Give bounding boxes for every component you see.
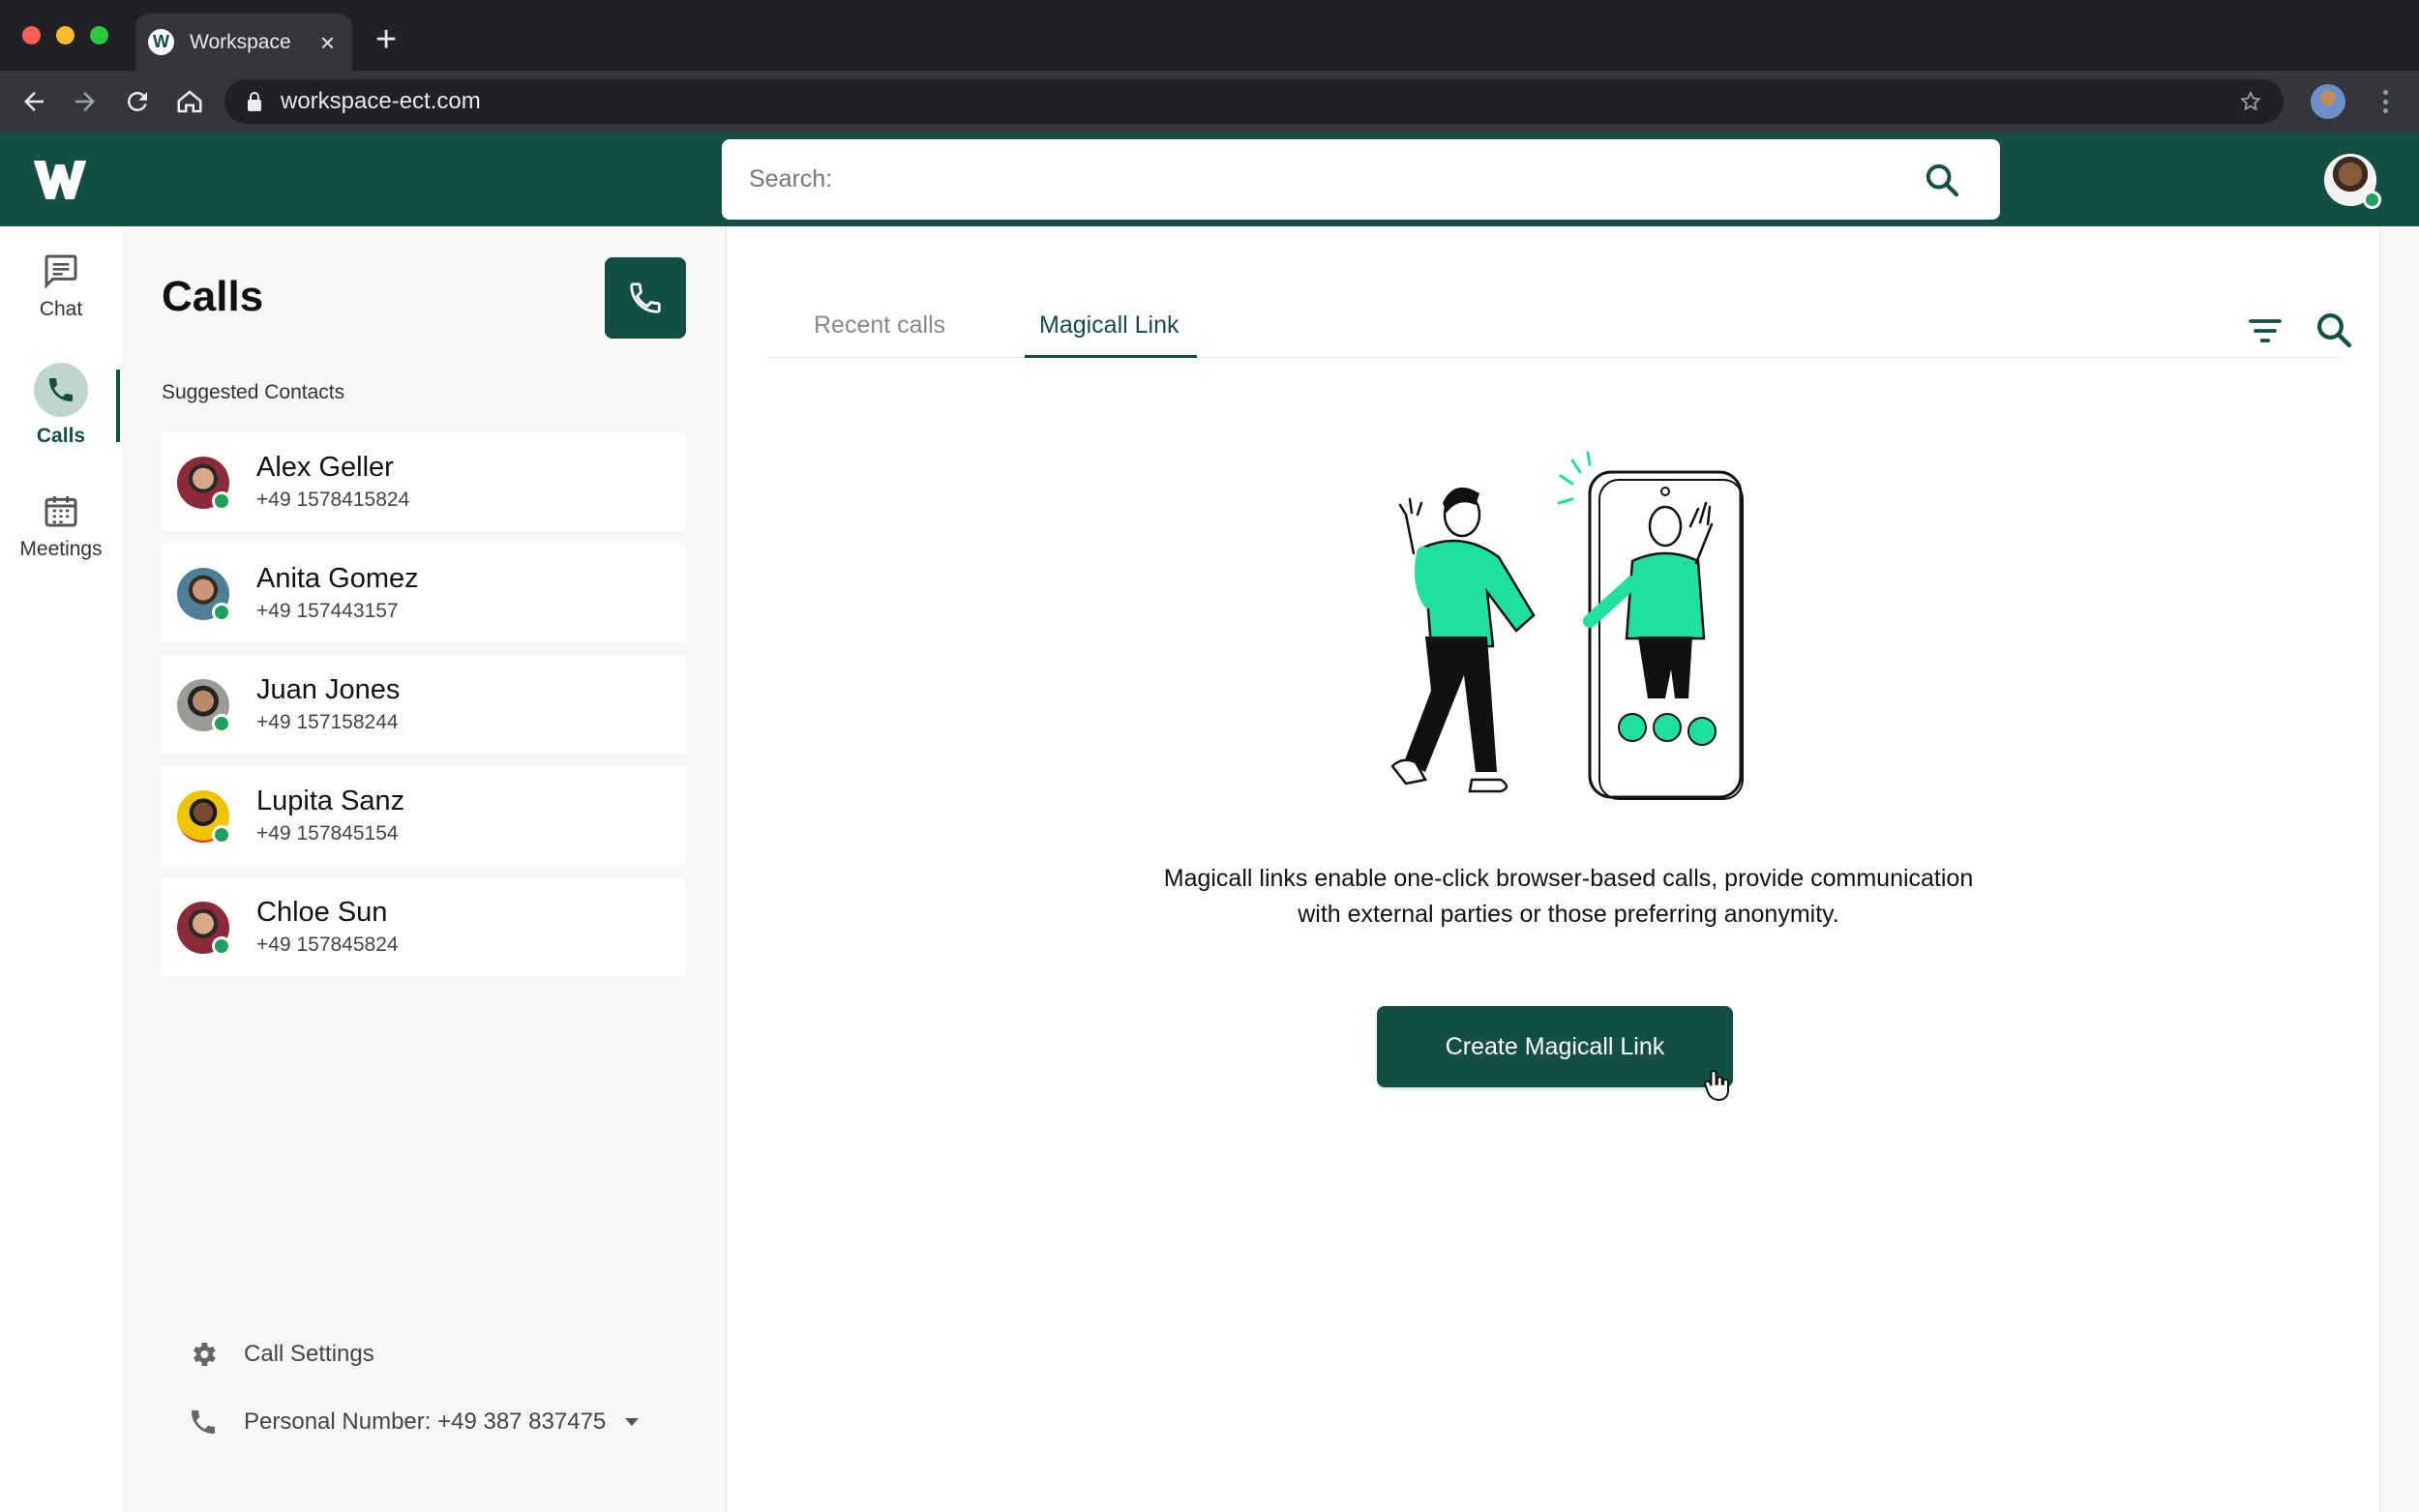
main-content: Recent calls Magicall Link Magicall link… (726, 226, 2379, 1512)
contact-phone: +49 157158244 (256, 711, 399, 733)
rail-label-meetings: Meetings (19, 538, 103, 560)
calls-tabs: Recent calls Magicall Link (765, 261, 2352, 358)
create-magicall-link-button[interactable]: Create Magicall Link (1377, 1006, 1733, 1087)
magicall-description: Magicall links enable one-click browser-… (1085, 861, 2052, 933)
browser-profile-avatar[interactable] (2311, 84, 2345, 119)
address-bar: workspace-ect.com (0, 71, 2419, 133)
bookmark-star-icon[interactable] (2239, 90, 2262, 113)
online-status-dot (212, 603, 231, 622)
reload-icon[interactable] (123, 87, 152, 116)
personal-number-dropdown[interactable]: Personal Number: +49 387 837475 (188, 1407, 640, 1438)
gear-icon (193, 1343, 216, 1366)
contact-phone: +49 157845154 (256, 822, 399, 845)
home-icon[interactable] (175, 87, 204, 116)
contact-card[interactable]: Juan Jones +49 157158244 (162, 655, 686, 754)
contact-phone: +49 1578415824 (256, 489, 410, 511)
online-status-dot (212, 491, 231, 511)
online-status-dot (212, 825, 231, 845)
contact-name: Chloe Sun (256, 897, 388, 928)
right-scrollbar-track[interactable] (2379, 226, 2419, 1512)
favicon-icon: W (148, 29, 174, 55)
contact-card[interactable]: Alex Geller +49 1578415824 (162, 432, 686, 531)
description-line-2: with external parties or those preferrin… (1298, 901, 1839, 928)
lock-icon (248, 92, 261, 111)
calendar-icon (45, 496, 77, 527)
contact-name: Lupita Sanz (256, 786, 405, 816)
phone-icon (630, 282, 661, 313)
chevron-down-icon (625, 1418, 640, 1426)
description-line-1: Magicall links enable one-click browser-… (1163, 865, 1974, 892)
suggested-contacts-list: Alex Geller +49 1578415824 Anita Gomez +… (162, 432, 686, 989)
search-icon[interactable] (2314, 310, 2354, 350)
rail-item-meetings[interactable]: Meetings (0, 491, 122, 561)
calls-title: Calls (162, 273, 264, 320)
contact-card[interactable]: Chloe Sun +49 157845824 (162, 877, 686, 976)
magicall-illustration (1390, 451, 1744, 800)
calls-active-circle (34, 363, 88, 417)
personal-number-label: Personal Number: +49 387 837475 (244, 1408, 607, 1435)
chat-icon (45, 254, 77, 289)
tab-title: Workspace (190, 30, 291, 53)
contact-card[interactable]: Anita Gomez +49 157443157 (162, 544, 686, 642)
rail-label-calls: Calls (36, 425, 86, 447)
forward-icon[interactable] (71, 87, 100, 116)
user-online-status (2363, 191, 2381, 209)
url-field[interactable]: workspace-ect.com (224, 79, 2284, 124)
search-input[interactable] (749, 165, 1923, 193)
rail-item-chat[interactable]: Chat (0, 252, 122, 321)
new-tab-icon[interactable]: + (375, 21, 397, 58)
rail-label-chat: Chat (39, 298, 83, 320)
call-settings-label: Call Settings (244, 1341, 374, 1367)
contact-name: Juan Jones (256, 674, 401, 705)
workspace-logo[interactable] (33, 158, 87, 202)
new-call-button[interactable] (605, 257, 686, 339)
call-settings-link[interactable]: Call Settings (188, 1339, 374, 1370)
contact-phone: +49 157443157 (256, 600, 399, 622)
calls-panel: Calls Suggested Contacts Alex Geller +49… (122, 226, 726, 1512)
window-minimize-button[interactable] (56, 26, 75, 44)
contact-phone: +49 157845824 (256, 934, 399, 956)
left-navigation-rail: Chat Calls Meetings (0, 226, 122, 1512)
rail-item-calls[interactable]: Calls (0, 363, 122, 448)
window-maximize-button[interactable] (90, 26, 108, 44)
browser-menu-icon[interactable] (2375, 86, 2395, 117)
rail-active-indicator (116, 370, 120, 442)
global-search-bar (722, 139, 2000, 220)
contact-name: Alex Geller (256, 452, 394, 483)
filter-icon[interactable] (2246, 311, 2285, 350)
tab-close-icon[interactable]: × (320, 30, 335, 55)
online-status-dot (212, 936, 231, 956)
suggested-contacts-label: Suggested Contacts (162, 381, 345, 403)
browser-tab[interactable]: W Workspace × (135, 14, 352, 71)
window-close-button[interactable] (22, 26, 41, 44)
contact-name: Anita Gomez (256, 563, 419, 594)
tab-recent-calls[interactable]: Recent calls (814, 311, 945, 340)
url-text: workspace-ect.com (281, 88, 481, 114)
app-header (0, 133, 2419, 226)
back-icon[interactable] (19, 87, 48, 116)
tab-magicall-link[interactable]: Magicall Link (1039, 311, 1180, 340)
active-tab-underline (1025, 355, 1197, 358)
phone-icon (49, 378, 73, 401)
phone-icon (192, 1410, 215, 1434)
online-status-dot (212, 714, 231, 733)
hand-cursor-icon (1704, 1069, 1729, 1102)
contact-card[interactable]: Lupita Sanz +49 157845154 (162, 766, 686, 865)
search-icon[interactable] (1923, 161, 1961, 199)
browser-tab-bar: W Workspace × + (0, 0, 2419, 71)
